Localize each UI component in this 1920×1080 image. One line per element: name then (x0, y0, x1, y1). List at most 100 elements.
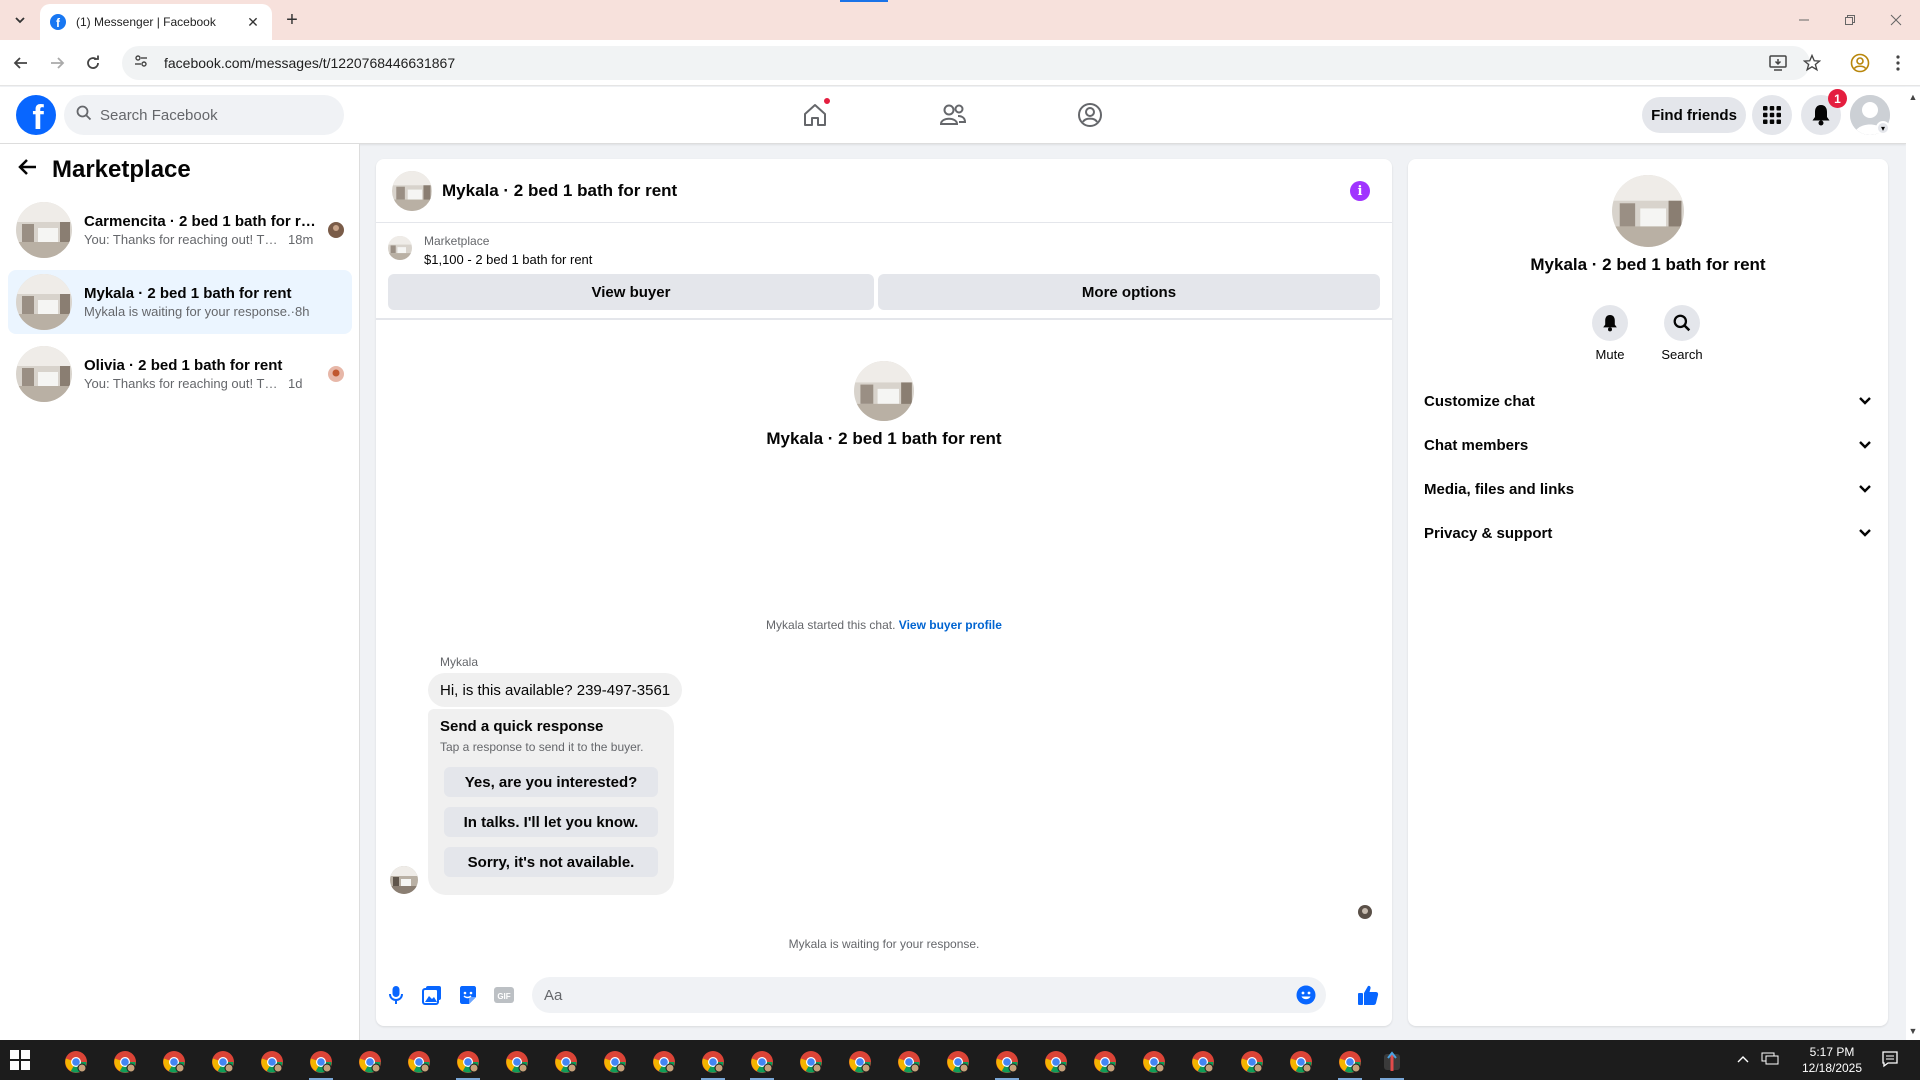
active-app-icon[interactable] (1372, 1044, 1412, 1080)
chrome-window-icon[interactable] (252, 1044, 292, 1080)
privacy-support-section[interactable]: Privacy & support (1416, 511, 1880, 555)
facebook-search-input[interactable]: Search Facebook (64, 95, 344, 135)
chrome-window-icon[interactable] (595, 1044, 635, 1080)
find-friends-button[interactable]: Find friends (1642, 97, 1746, 133)
notifications-bell-icon[interactable]: 1 (1801, 89, 1847, 135)
chat-list-item[interactable]: Carmencita · 2 bed 1 bath for rent You: … (8, 198, 352, 262)
message-composer: GIF Aa (376, 971, 1392, 1019)
view-buyer-profile-link[interactable]: View buyer profile (899, 618, 1002, 632)
chrome-window-icon[interactable] (546, 1044, 586, 1080)
taskbar-clock[interactable]: 5:17 PM 12/18/2025 (1796, 1044, 1868, 1076)
conversation-title[interactable]: Mykala · 2 bed 1 bath for rent (442, 181, 677, 201)
browser-menu-icon[interactable] (1886, 51, 1910, 75)
chrome-window-icon[interactable] (1183, 1044, 1223, 1080)
chrome-window-icon[interactable] (693, 1044, 733, 1080)
incoming-message-bubble[interactable]: Hi, is this available? 239-497-3561 (428, 673, 683, 707)
chrome-window-icon[interactable] (742, 1044, 782, 1080)
emoji-icon[interactable] (1294, 983, 1318, 1007)
network-icon[interactable] (1760, 1050, 1780, 1069)
chrome-window-icon[interactable] (399, 1044, 439, 1080)
search-icon (76, 105, 92, 126)
media-files-links-section[interactable]: Media, files and links (1416, 467, 1880, 511)
quick-response-button[interactable]: Sorry, it's not available. (444, 847, 658, 877)
chrome-window-icon[interactable] (448, 1044, 488, 1080)
scroll-up-arrow-icon[interactable]: ▲ (1906, 90, 1920, 104)
chrome-window-icon[interactable] (1281, 1044, 1321, 1080)
back-arrow-icon[interactable] (8, 50, 34, 76)
friends-nav-icon[interactable] (937, 99, 969, 131)
chrome-window-icon[interactable] (154, 1044, 194, 1080)
tab-close-icon[interactable]: ✕ (244, 13, 262, 31)
chrome-window-icon[interactable] (105, 1044, 145, 1080)
chrome-window-icon[interactable] (1036, 1044, 1076, 1080)
profile-icon[interactable] (1848, 51, 1872, 75)
chrome-window-icon[interactable] (791, 1044, 831, 1080)
chrome-window-icon[interactable] (301, 1044, 341, 1080)
message-input[interactable]: Aa (532, 977, 1326, 1013)
facebook-logo-icon[interactable]: f (16, 95, 56, 135)
read-receipt-avatar (1358, 905, 1372, 919)
restore-icon[interactable] (1836, 6, 1864, 34)
listing-thumbnail (16, 346, 72, 402)
install-app-icon[interactable] (1766, 51, 1790, 75)
url-field[interactable]: facebook.com/messages/t/1220768446631867 (122, 46, 1810, 80)
chat-list-panel: Marketplace Carmencita · 2 bed 1 bath fo… (0, 144, 360, 1040)
page-scrollbar[interactable] (1906, 87, 1920, 1040)
bookmark-star-icon[interactable] (1800, 51, 1824, 75)
chrome-window-icon[interactable] (840, 1044, 880, 1080)
reload-icon[interactable] (80, 50, 106, 76)
chrome-window-icon[interactable] (1330, 1044, 1370, 1080)
chat-started-notice: Mykala started this chat. View buyer pro… (376, 618, 1392, 632)
chrome-window-icon[interactable] (350, 1044, 390, 1080)
chrome-window-icon[interactable] (1232, 1044, 1272, 1080)
home-nav-icon[interactable] (799, 97, 831, 131)
notification-count-badge: 1 (1828, 89, 1847, 108)
conversation-header: Mykala · 2 bed 1 bath for rent i (376, 159, 1392, 223)
chrome-window-icon[interactable] (938, 1044, 978, 1080)
back-arrow-icon[interactable] (18, 156, 38, 184)
windows-start-icon[interactable] (10, 1050, 30, 1070)
site-settings-icon[interactable] (134, 54, 148, 73)
conversation-name: Mykala · 2 bed 1 bath for rent (766, 429, 1002, 448)
chat-list-item[interactable]: Olivia · 2 bed 1 bath for rent You: Than… (8, 342, 352, 406)
sender-avatar[interactable] (390, 866, 418, 894)
chrome-window-icon[interactable] (1085, 1044, 1125, 1080)
account-chevron-down-icon[interactable]: ▾ (1876, 121, 1890, 135)
chat-members-section[interactable]: Chat members (1416, 423, 1880, 467)
microphone-icon[interactable] (384, 983, 408, 1007)
chrome-window-icon[interactable] (497, 1044, 537, 1080)
conversation-avatar[interactable] (392, 170, 432, 211)
gif-icon[interactable]: GIF (492, 983, 516, 1007)
chrome-window-icon[interactable] (56, 1044, 96, 1080)
new-tab-icon[interactable]: + (280, 8, 304, 32)
quick-response-button[interactable]: In talks. I'll let you know. (444, 807, 658, 837)
listing-price-title[interactable]: $1,100 - 2 bed 1 bath for rent (424, 252, 592, 267)
chrome-window-icon[interactable] (203, 1044, 243, 1080)
chrome-window-icon[interactable] (889, 1044, 929, 1080)
chat-list-item-active[interactable]: Mykala · 2 bed 1 bath for rent Mykala is… (8, 270, 352, 334)
chrome-window-icon[interactable] (1134, 1044, 1174, 1080)
chrome-window-icon[interactable] (987, 1044, 1027, 1080)
menu-grid-icon[interactable] (1752, 95, 1792, 135)
minimize-icon[interactable] (1790, 6, 1818, 34)
scroll-down-arrow-icon[interactable]: ▼ (1906, 1024, 1920, 1038)
action-center-icon[interactable] (1880, 1050, 1900, 1071)
view-buyer-button[interactable]: View buyer (388, 274, 874, 310)
more-options-button[interactable]: More options (878, 274, 1380, 310)
tray-overflow-icon[interactable] (1736, 1052, 1750, 1066)
mute-action[interactable]: Mute (1580, 305, 1640, 362)
info-icon[interactable]: i (1350, 181, 1370, 201)
photo-icon[interactable] (420, 983, 444, 1007)
chat-name: Olivia · 2 bed 1 bath for rent (84, 357, 283, 374)
search-action[interactable]: Search (1652, 305, 1712, 362)
forward-arrow-icon[interactable] (44, 50, 70, 76)
tab-search-chevron-icon[interactable] (8, 8, 32, 32)
close-window-icon[interactable] (1882, 6, 1910, 34)
quick-response-button[interactable]: Yes, are you interested? (444, 767, 658, 797)
chrome-window-icon[interactable] (644, 1044, 684, 1080)
customize-chat-section[interactable]: Customize chat (1416, 379, 1880, 423)
thumbs-up-icon[interactable] (1356, 983, 1380, 1007)
profile-nav-icon[interactable] (1074, 99, 1106, 131)
sticker-icon[interactable] (456, 983, 480, 1007)
browser-tab[interactable]: f (1) Messenger | Facebook ✕ (40, 4, 272, 40)
